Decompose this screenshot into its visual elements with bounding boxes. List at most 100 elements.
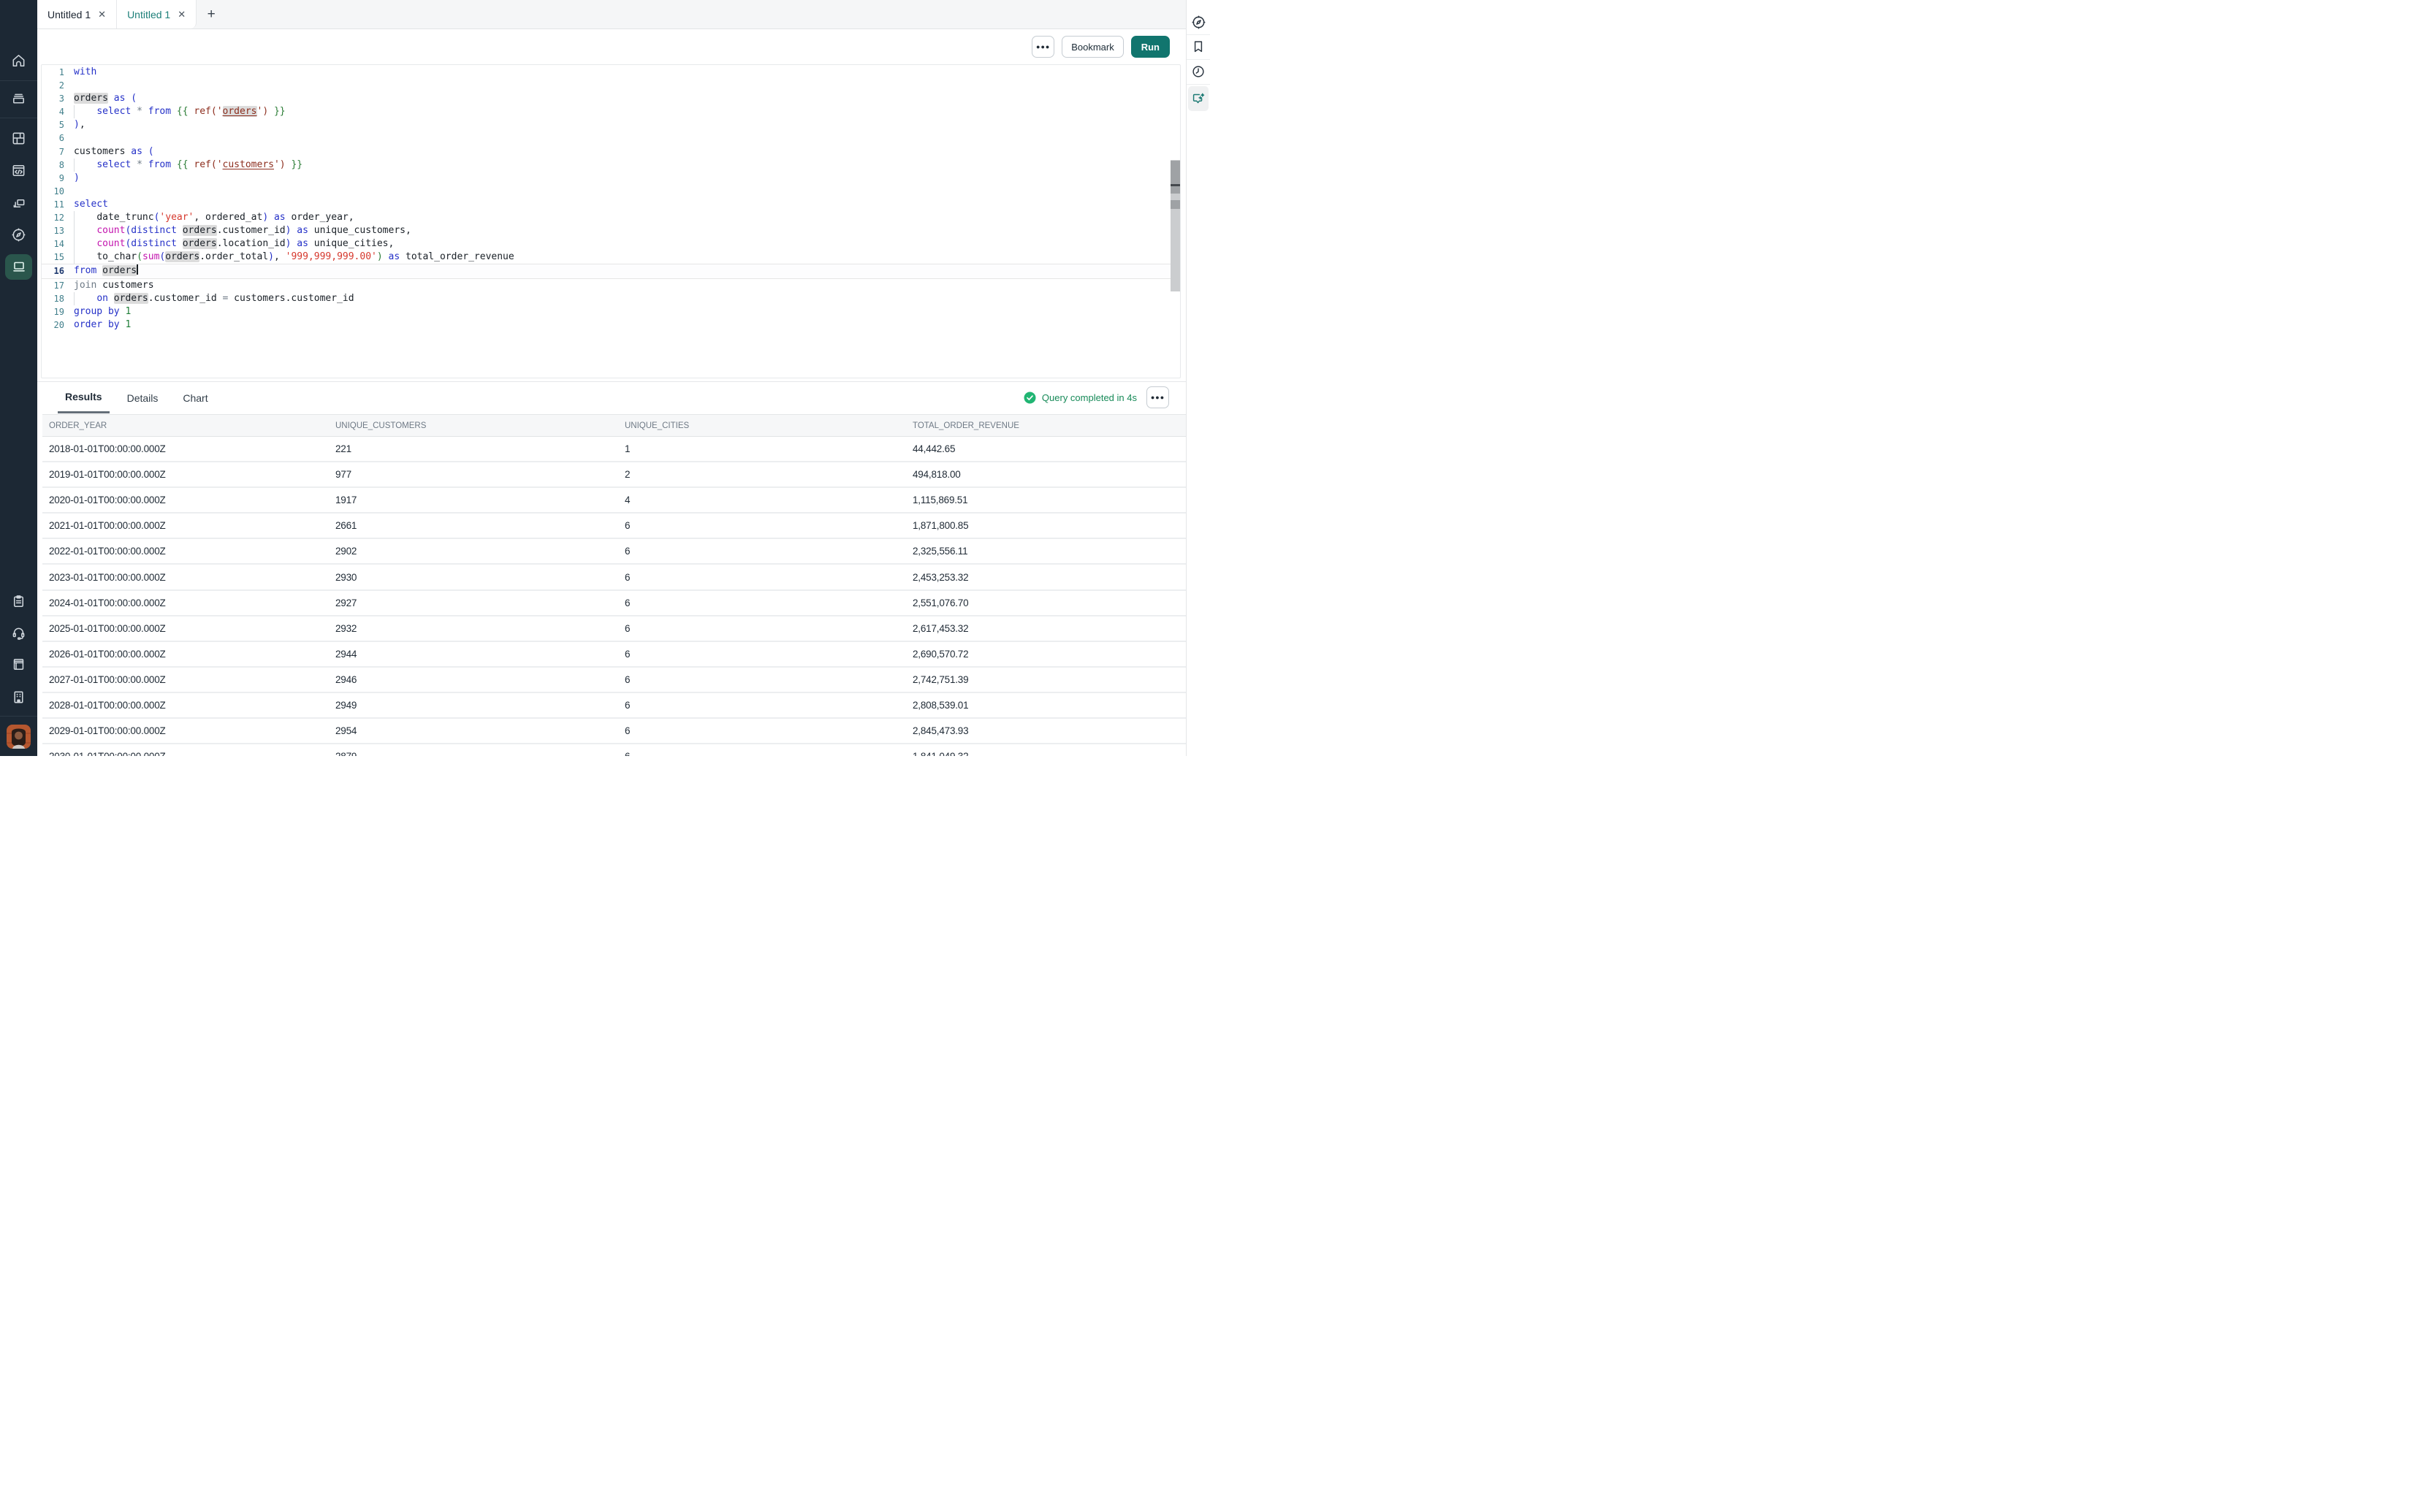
- column-header-order_year[interactable]: ORDER_YEAR: [49, 421, 335, 430]
- cell-order_year[interactable]: 2018-01-01T00:00:00.000Z: [49, 443, 335, 454]
- cell-more-button[interactable]: ●●●: [1032, 36, 1054, 58]
- code-line-16[interactable]: 16from orders: [42, 264, 1180, 278]
- code-line-6[interactable]: 6: [42, 131, 1180, 145]
- hex-logo-icon[interactable]: [0, 0, 37, 29]
- sidebar-item-code-window[interactable]: [0, 155, 37, 186]
- code-line-19[interactable]: 19group by 1: [42, 305, 1180, 318]
- code-line-14[interactable]: 14 count(distinct orders.location_id) as…: [42, 237, 1180, 251]
- cell-order_year[interactable]: 2021-01-01T00:00:00.000Z: [49, 520, 335, 531]
- sidebar-item-headset[interactable]: [0, 617, 37, 648]
- cell-total_order_revenue[interactable]: 2,845,473.93: [913, 725, 1186, 736]
- cell-unique_cities[interactable]: 6: [625, 572, 913, 583]
- cell-unique_customers[interactable]: 2902: [335, 546, 625, 557]
- column-header-unique_cities[interactable]: UNIQUE_CITIES: [625, 421, 913, 430]
- cell-total_order_revenue[interactable]: 44,442.65: [913, 443, 1186, 454]
- cell-unique_customers[interactable]: 2944: [335, 649, 625, 660]
- code-line-5[interactable]: 5),: [42, 118, 1180, 131]
- results-tab-results[interactable]: Results: [58, 382, 110, 413]
- cell-unique_customers[interactable]: 2932: [335, 623, 625, 634]
- code-line-7[interactable]: 7customers as (: [42, 145, 1180, 159]
- tab-1-active[interactable]: Untitled 1✕: [37, 0, 117, 28]
- editor-scrollbar-thumb[interactable]: [1171, 200, 1180, 209]
- rail-item-compass[interactable]: [1187, 9, 1210, 34]
- code-line-15[interactable]: 15 to_char(sum(orders.order_total), '999…: [42, 251, 1180, 264]
- code-line-20[interactable]: 20order by 1: [42, 318, 1180, 332]
- sidebar-item-building[interactable]: [0, 681, 37, 712]
- cell-order_year[interactable]: 2019-01-01T00:00:00.000Z: [49, 469, 335, 480]
- sidebar-item-laptop[interactable]: [0, 251, 37, 282]
- run-button[interactable]: Run: [1131, 36, 1170, 58]
- cell-unique_cities[interactable]: 2: [625, 469, 913, 480]
- cell-total_order_revenue[interactable]: 1,115,869.51: [913, 495, 1186, 505]
- cell-order_year[interactable]: 2026-01-01T00:00:00.000Z: [49, 649, 335, 660]
- cell-total_order_revenue[interactable]: 2,325,556.11: [913, 546, 1186, 557]
- cell-unique_cities[interactable]: 6: [625, 546, 913, 557]
- tab-2[interactable]: Untitled 1✕: [117, 0, 197, 28]
- cell-unique_cities[interactable]: 6: [625, 597, 913, 608]
- rail-item-bookmark[interactable]: [1187, 34, 1210, 59]
- code-line-1[interactable]: 1with: [42, 66, 1180, 79]
- cell-unique_customers[interactable]: 2927: [335, 597, 625, 608]
- cell-total_order_revenue[interactable]: 2,453,253.32: [913, 572, 1186, 583]
- cell-unique_cities[interactable]: 6: [625, 751, 913, 756]
- sidebar-item-home[interactable]: [0, 45, 37, 76]
- cell-unique_customers[interactable]: 2661: [335, 520, 625, 531]
- sidebar-item-windows[interactable]: [0, 188, 37, 218]
- cell-unique_cities[interactable]: 6: [625, 520, 913, 531]
- code-line-18[interactable]: 18 on orders.customer_id = customers.cus…: [42, 292, 1180, 305]
- code-line-2[interactable]: 2: [42, 79, 1180, 92]
- cell-unique_cities[interactable]: 6: [625, 725, 913, 736]
- add-tab-button[interactable]: +: [197, 0, 226, 28]
- cell-total_order_revenue[interactable]: 2,808,539.01: [913, 700, 1186, 711]
- cell-unique_customers[interactable]: 2930: [335, 572, 625, 583]
- cell-order_year[interactable]: 2027-01-01T00:00:00.000Z: [49, 674, 335, 685]
- editor-scrollbar-thumb[interactable]: [1171, 186, 1180, 194]
- cell-total_order_revenue[interactable]: 2,551,076.70: [913, 597, 1186, 608]
- sidebar-item-dashboard[interactable]: [0, 123, 37, 153]
- results-tab-chart[interactable]: Chart: [175, 382, 215, 413]
- cell-unique_cities[interactable]: 6: [625, 674, 913, 685]
- cell-total_order_revenue[interactable]: 1,841,049.32: [913, 751, 1186, 756]
- cell-unique_cities[interactable]: 1: [625, 443, 913, 454]
- cell-order_year[interactable]: 2025-01-01T00:00:00.000Z: [49, 623, 335, 634]
- code-line-13[interactable]: 13 count(distinct orders.customer_id) as…: [42, 224, 1180, 237]
- sidebar-item-collections[interactable]: [0, 83, 37, 114]
- cell-unique_cities[interactable]: 6: [625, 649, 913, 660]
- cell-total_order_revenue[interactable]: 2,690,570.72: [913, 649, 1186, 660]
- cell-total_order_revenue[interactable]: 494,818.00: [913, 469, 1186, 480]
- cell-unique_customers[interactable]: 2946: [335, 674, 625, 685]
- cell-total_order_revenue[interactable]: 2,617,453.32: [913, 623, 1186, 634]
- cell-order_year[interactable]: 2030-01-01T00:00:00.000Z: [49, 751, 335, 756]
- code-line-9[interactable]: 9): [42, 172, 1180, 185]
- sql-cell[interactable]: 1with23orders as (4 select * from {{ ref…: [41, 64, 1181, 378]
- code-line-4[interactable]: 4 select * from {{ ref('orders') }}: [42, 105, 1180, 118]
- rail-item-history-clock[interactable]: [1187, 59, 1210, 84]
- cell-unique_customers[interactable]: 2879: [335, 751, 625, 756]
- column-header-unique_customers[interactable]: UNIQUE_CUSTOMERS: [335, 421, 625, 430]
- cell-unique_customers[interactable]: 977: [335, 469, 625, 480]
- rail-item-ai-chat-sparkle[interactable]: [1188, 86, 1209, 111]
- cell-order_year[interactable]: 2020-01-01T00:00:00.000Z: [49, 495, 335, 505]
- cell-unique_cities[interactable]: 6: [625, 700, 913, 711]
- cell-unique_customers[interactable]: 1917: [335, 495, 625, 505]
- cell-order_year[interactable]: 2024-01-01T00:00:00.000Z: [49, 597, 335, 608]
- cell-unique_customers[interactable]: 221: [335, 443, 625, 454]
- cell-unique_cities[interactable]: 4: [625, 495, 913, 505]
- user-avatar[interactable]: [7, 725, 31, 749]
- code-line-17[interactable]: 17join customers: [42, 279, 1180, 292]
- cell-unique_cities[interactable]: 6: [625, 623, 913, 634]
- code-line-12[interactable]: 12 date_trunc('year', ordered_at) as ord…: [42, 211, 1180, 224]
- code-line-11[interactable]: 11select: [42, 198, 1180, 211]
- cell-total_order_revenue[interactable]: 1,871,800.85: [913, 520, 1186, 531]
- editor-scrollbar-track[interactable]: [1171, 160, 1180, 291]
- code-line-8[interactable]: 8 select * from {{ ref('customers') }}: [42, 159, 1180, 172]
- close-tab-icon[interactable]: ✕: [98, 9, 106, 20]
- code-line-3[interactable]: 3orders as (: [42, 92, 1180, 105]
- cell-unique_customers[interactable]: 2949: [335, 700, 625, 711]
- sidebar-item-compass[interactable]: [0, 219, 37, 250]
- cell-order_year[interactable]: 2029-01-01T00:00:00.000Z: [49, 725, 335, 736]
- results-more-button[interactable]: ●●●: [1146, 386, 1169, 408]
- code-line-10[interactable]: 10: [42, 185, 1180, 198]
- cell-unique_customers[interactable]: 2954: [335, 725, 625, 736]
- close-tab-icon[interactable]: ✕: [178, 9, 186, 20]
